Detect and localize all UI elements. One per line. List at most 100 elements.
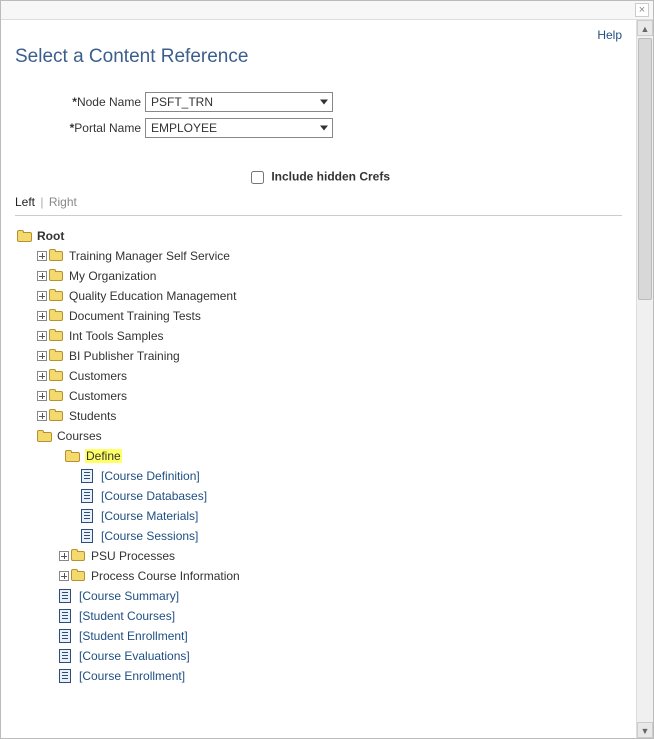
tree-cref-item[interactable]: [Course Summary] [15, 586, 622, 606]
tree-folder-label: Int Tools Samples [69, 329, 164, 343]
document-icon [81, 509, 93, 523]
tree-folder-label: Training Manager Self Service [69, 249, 230, 263]
tree-cref-item[interactable]: [Student Courses] [15, 606, 622, 626]
tree-folder-label: PSU Processes [91, 549, 175, 563]
portal-name-select[interactable]: EMPLOYEE [145, 118, 333, 138]
folder-open-icon [37, 430, 53, 443]
left-pane-tab[interactable]: Left [15, 195, 35, 209]
node-name-label: *Node Name [15, 95, 145, 109]
tree-view: Root Training Manager Self Service My Org… [15, 226, 622, 686]
document-icon [81, 529, 93, 543]
folder-open-icon [65, 450, 81, 463]
right-pane-tab[interactable]: Right [49, 195, 77, 209]
folder-collapsed-icon [37, 369, 65, 383]
tree-folder[interactable]: BI Publisher Training [15, 346, 622, 366]
tree-folder[interactable]: Training Manager Self Service [15, 246, 622, 266]
tree-folder[interactable]: Quality Education Management [15, 286, 622, 306]
tree-cref-link[interactable]: [Course Sessions] [101, 529, 198, 543]
scrollbar[interactable]: ▲ ▼ [636, 20, 653, 738]
document-icon [81, 469, 93, 483]
portal-name-label: *Portal Name [15, 121, 145, 135]
portal-name-row: *Portal Name EMPLOYEE [15, 118, 622, 138]
portal-name-value: EMPLOYEE [151, 121, 217, 135]
tree-folder-label: Students [69, 409, 116, 423]
tree-folder[interactable]: Int Tools Samples [15, 326, 622, 346]
scroll-down-icon[interactable]: ▼ [637, 722, 653, 738]
tree-folder-label: Courses [57, 429, 102, 443]
tree-folder[interactable]: Process Course Information [15, 566, 622, 586]
tree-cref-link[interactable]: [Course Summary] [79, 589, 179, 603]
divider [15, 215, 622, 216]
tree-folder[interactable]: PSU Processes [15, 546, 622, 566]
portal-name-label-text: Portal Name [74, 121, 141, 135]
include-hidden-row: Include hidden Crefs [15, 168, 622, 187]
folder-collapsed-icon [37, 289, 65, 303]
tree-cref-item[interactable]: [Course Evaluations] [15, 646, 622, 666]
dialog-body: Help Select a Content Reference *Node Na… [1, 20, 653, 738]
node-name-row: *Node Name PSFT_TRN [15, 92, 622, 112]
tree-cref-item[interactable]: [Course Definition] [15, 466, 622, 486]
folder-collapsed-icon [37, 349, 65, 363]
tree-cref-link[interactable]: [Course Databases] [101, 489, 207, 503]
scroll-up-icon[interactable]: ▲ [637, 20, 653, 36]
dialog-titlebar: × [1, 1, 653, 20]
document-icon [59, 589, 71, 603]
tree-folder-label: My Organization [69, 269, 156, 283]
document-icon [81, 489, 93, 503]
tree-folder[interactable]: Customers [15, 386, 622, 406]
folder-collapsed-icon [37, 389, 65, 403]
pane-separator: | [38, 195, 45, 209]
tree-folder-define[interactable]: Define [15, 446, 622, 466]
scrollbar-thumb[interactable] [638, 38, 652, 300]
folder-collapsed-icon [37, 309, 65, 323]
tree-cref-link[interactable]: [Course Materials] [101, 509, 198, 523]
include-hidden-checkbox[interactable] [251, 171, 264, 184]
tree-cref-item[interactable]: [Course Sessions] [15, 526, 622, 546]
tree-cref-item[interactable]: [Course Materials] [15, 506, 622, 526]
folder-collapsed-icon [37, 249, 65, 263]
tree-folder-label: Quality Education Management [69, 289, 236, 303]
tree-cref-link[interactable]: [Student Courses] [79, 609, 175, 623]
tree-cref-link[interactable]: [Course Enrollment] [79, 669, 185, 683]
tree-cref-link[interactable]: [Course Definition] [101, 469, 200, 483]
tree-root[interactable]: Root [15, 226, 622, 246]
tree-folder[interactable]: My Organization [15, 266, 622, 286]
folder-open-icon [17, 230, 33, 243]
tree-root-label: Root [37, 229, 64, 243]
tree-cref-link[interactable]: [Student Enrollment] [79, 629, 188, 643]
tree-cref-item[interactable]: [Student Enrollment] [15, 626, 622, 646]
folder-collapsed-icon [37, 409, 65, 423]
tree-folder-label: Process Course Information [91, 569, 240, 583]
tree-folder[interactable]: Document Training Tests [15, 306, 622, 326]
tree-folder[interactable]: Students [15, 406, 622, 426]
document-icon [59, 649, 71, 663]
document-icon [59, 669, 71, 683]
close-icon[interactable]: × [635, 3, 649, 17]
document-icon [59, 609, 71, 623]
tree-folder-define-label: Define [85, 449, 122, 463]
node-name-value: PSFT_TRN [151, 95, 213, 109]
tree-folder[interactable]: Customers [15, 366, 622, 386]
tree-folder-courses[interactable]: Courses [15, 426, 622, 446]
tree-folder-label: Document Training Tests [69, 309, 201, 323]
tree-cref-item[interactable]: [Course Enrollment] [15, 666, 622, 686]
folder-collapsed-icon [37, 329, 65, 343]
node-name-select[interactable]: PSFT_TRN [145, 92, 333, 112]
help-link[interactable]: Help [15, 28, 622, 42]
dialog-window: × Help Select a Content Reference *Node … [0, 0, 654, 739]
tree-folder-label: Customers [69, 369, 127, 383]
node-name-label-text: Node Name [77, 95, 141, 109]
document-icon [59, 629, 71, 643]
page-title: Select a Content Reference [15, 46, 622, 68]
folder-collapsed-icon [59, 569, 87, 583]
pane-switcher: Left | Right [15, 195, 622, 209]
include-hidden-label: Include hidden Crefs [271, 170, 390, 184]
chevron-down-icon [320, 126, 328, 131]
tree-folder-label: BI Publisher Training [69, 349, 180, 363]
tree-folder-label: Customers [69, 389, 127, 403]
folder-collapsed-icon [59, 549, 87, 563]
tree-cref-item[interactable]: [Course Databases] [15, 486, 622, 506]
tree-cref-link[interactable]: [Course Evaluations] [79, 649, 190, 663]
folder-collapsed-icon [37, 269, 65, 283]
chevron-down-icon [320, 100, 328, 105]
